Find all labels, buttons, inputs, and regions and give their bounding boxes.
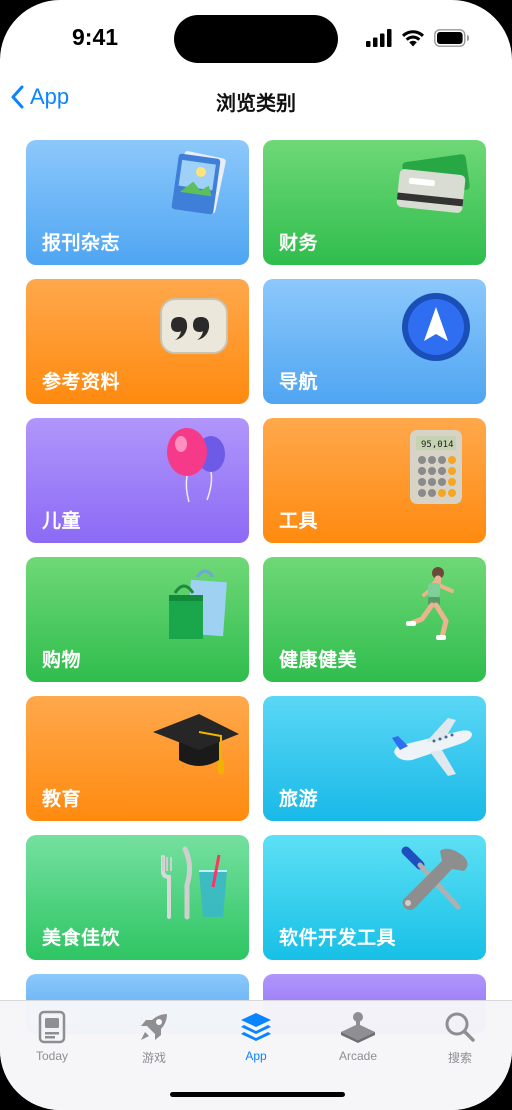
category-tile-travel[interactable]: 旅游 [263,696,486,821]
category-label: 财务 [279,232,319,254]
category-label: 工具 [279,510,319,532]
graduation-cap-icon [153,714,239,774]
category-tile-health-fitness[interactable]: 健康健美 [263,557,486,682]
category-grid: 报刊杂志 财务 参考资料 导航 儿童 95,014 工具 购物 健康健美 教育 … [26,140,486,1034]
joystick-icon [341,1012,375,1043]
quote-icon [160,298,228,354]
app-stack-icon [241,1013,271,1041]
category-tile-finance[interactable]: 财务 [263,140,486,265]
tab-search[interactable]: 搜索 [410,1009,510,1066]
category-tile-kids[interactable]: 儿童 [26,418,249,543]
tab-label: Arcade [338,1049,378,1063]
category-tile-utilities[interactable]: 95,014 工具 [263,418,486,543]
signal-icon [366,29,392,47]
tab-label: 游戏 [141,1051,166,1065]
page-title: 浏览类别 [216,91,296,115]
calculator-display: 95,014 [421,440,454,450]
category-tile-magazines[interactable]: 报刊杂志 [26,140,249,265]
tab-app[interactable]: App [206,1009,306,1063]
navigation-bar: App 浏览类别 [0,80,512,120]
category-label: 导航 [279,371,319,393]
navigation-arrow-icon [402,293,470,361]
search-icon [445,1012,475,1042]
category-label: 美食佳饮 [42,927,121,949]
category-label: 教育 [42,788,82,810]
category-tile-navigation[interactable]: 导航 [263,279,486,404]
wrench-screwdriver-icon [401,846,468,910]
runner-icon [406,567,454,640]
status-time: 9:41 [72,24,119,50]
today-icon [38,1010,66,1044]
category-tile-developer-tools[interactable]: 软件开发工具 [263,835,486,960]
wifi-icon [402,30,424,47]
category-label: 儿童 [42,510,82,532]
fork-knife-glass-icon [161,846,227,920]
balloons-icon [167,428,225,503]
dynamic-island [174,15,338,63]
category-tile-shopping[interactable]: 购物 [26,557,249,682]
wallet-icon [396,154,470,213]
tab-label: 搜索 [447,1051,472,1065]
category-label: 健康健美 [279,649,358,671]
category-label: 旅游 [279,788,319,810]
calculator-icon: 95,014 [410,430,462,504]
rocket-icon [141,1014,167,1040]
category-label: 参考资料 [42,371,121,393]
tab-arcade[interactable]: Arcade [308,1009,408,1063]
status-bar: 9:41 [0,0,512,76]
status-icons [366,29,470,47]
shopping-bags-icon [169,569,227,639]
category-tile-food-drink[interactable]: 美食佳饮 [26,835,249,960]
tab-games[interactable]: 游戏 [104,1009,204,1066]
magazine-icon [171,151,226,215]
category-label: 购物 [42,649,82,671]
category-label: 软件开发工具 [279,927,397,949]
battery-icon [434,29,469,47]
airplane-icon [392,718,472,776]
tab-label: Today [35,1049,69,1063]
tab-today[interactable]: Today [2,1009,102,1063]
category-tile-education[interactable]: 教育 [26,696,249,821]
category-label: 报刊杂志 [42,232,121,254]
home-indicator[interactable] [170,1092,345,1097]
tab-label: App [245,1049,267,1063]
phone-screen: 9:41 App 浏览类别 报刊杂志 财务 参考资料 导航 儿童 95,014 … [0,0,512,1110]
category-tile-reference[interactable]: 参考资料 [26,279,249,404]
